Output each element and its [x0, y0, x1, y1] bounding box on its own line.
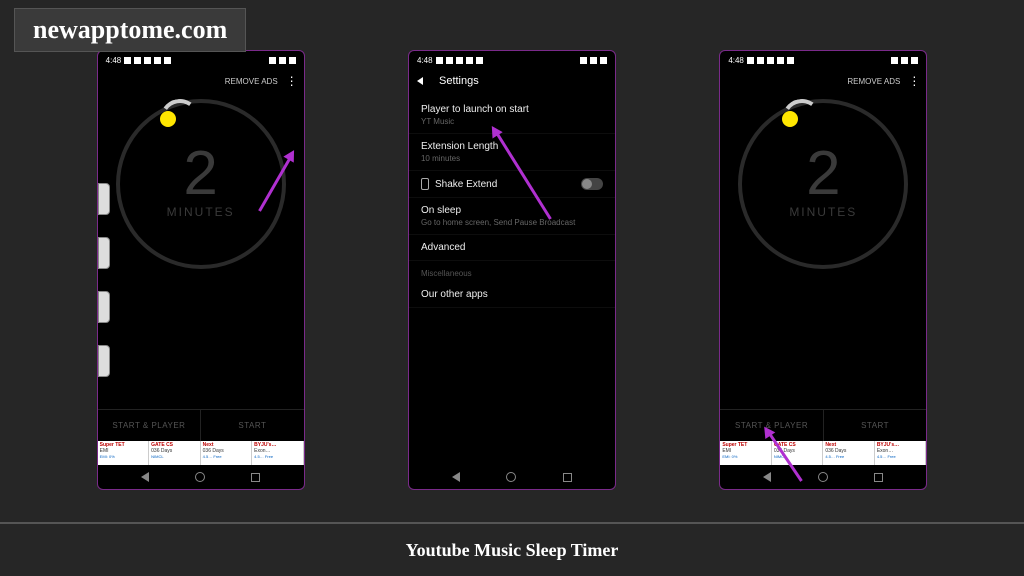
- setting-advanced[interactable]: Advanced: [409, 235, 615, 261]
- status-icon: [164, 57, 171, 64]
- side-tab[interactable]: [98, 291, 110, 323]
- nav-back-icon[interactable]: [763, 472, 771, 482]
- battery-icon: [289, 57, 296, 64]
- nav-recent-icon[interactable]: [874, 473, 883, 482]
- remove-ads-button[interactable]: REMOVE ADS: [225, 77, 278, 86]
- phone-1: 4:48 REMOVE ADS ⋮: [97, 50, 305, 490]
- menu-dots-icon[interactable]: ⋮: [908, 78, 918, 84]
- setting-player-launch[interactable]: Player to launch on start YT Music: [409, 97, 615, 134]
- nav-back-icon[interactable]: [452, 472, 460, 482]
- status-time: 4:48: [417, 56, 433, 65]
- nav-home-icon[interactable]: [195, 472, 205, 482]
- timer-dial[interactable]: 2 MINUTES: [116, 99, 286, 269]
- status-bar: 4:48: [720, 51, 926, 69]
- settings-title: Settings: [439, 75, 479, 87]
- status-icon: [134, 57, 141, 64]
- nav-recent-icon[interactable]: [563, 473, 572, 482]
- status-icon: [154, 57, 161, 64]
- side-tab[interactable]: [98, 345, 110, 377]
- status-bar: 4:48: [98, 51, 304, 69]
- dial-knob[interactable]: [160, 111, 176, 127]
- watermark-banner: newapptome.com: [14, 8, 246, 52]
- app-top-bar: REMOVE ADS ⋮: [720, 69, 926, 93]
- image-caption: Youtube Music Sleep Timer: [0, 522, 1024, 576]
- wifi-icon: [269, 57, 276, 64]
- android-nav-bar: [98, 465, 304, 489]
- status-time: 4:48: [728, 56, 744, 65]
- status-icon: [144, 57, 151, 64]
- timer-value: 2: [789, 143, 857, 205]
- setting-other-apps[interactable]: Our other apps: [409, 282, 615, 308]
- nav-recent-icon[interactable]: [251, 473, 260, 482]
- phone-3: 4:48 REMOVE ADS ⋮ 2 MINUTES START & PLAY…: [719, 50, 927, 490]
- ad-banner[interactable]: Super TETEMIEMI: 0% GATE CS036 DaysNIMCL…: [98, 441, 304, 465]
- timer-value: 2: [167, 143, 235, 205]
- side-tab[interactable]: [98, 237, 110, 269]
- back-icon[interactable]: [417, 77, 423, 85]
- nav-home-icon[interactable]: [506, 472, 516, 482]
- start-player-button[interactable]: START & PLAYER: [98, 410, 202, 441]
- ad-banner[interactable]: Super TETEMIEMI: 0% GATE CS036 DaysNIMCL…: [720, 441, 926, 465]
- phone-row: 4:48 REMOVE ADS ⋮: [0, 0, 1024, 498]
- side-tab[interactable]: [98, 183, 110, 215]
- timer-unit: MINUTES: [167, 205, 235, 219]
- timer-body: 2 MINUTES START & PLAYER START: [98, 93, 304, 441]
- start-button[interactable]: START: [201, 410, 304, 441]
- side-tabs: [98, 183, 110, 377]
- remove-ads-button[interactable]: REMOVE ADS: [847, 77, 900, 86]
- setting-extension-length[interactable]: Extension Length 10 minutes: [409, 134, 615, 171]
- timer-unit: MINUTES: [789, 205, 857, 219]
- section-header-misc: Miscellaneous: [409, 261, 615, 282]
- menu-dots-icon[interactable]: ⋮: [286, 78, 296, 84]
- phone-icon: [421, 178, 429, 190]
- android-nav-bar: [720, 465, 926, 489]
- app-top-bar: REMOVE ADS ⋮: [98, 69, 304, 93]
- android-nav-bar: [409, 465, 615, 489]
- status-icon: [124, 57, 131, 64]
- settings-list: Player to launch on start YT Music Exten…: [409, 93, 615, 465]
- setting-on-sleep[interactable]: On sleep Go to home screen, Send Pause B…: [409, 198, 615, 235]
- status-bar: 4:48: [409, 51, 615, 69]
- timer-dial[interactable]: 2 MINUTES: [738, 99, 908, 269]
- start-button[interactable]: START: [824, 410, 927, 441]
- phone-2: 4:48 Settings Player to launch on start …: [408, 50, 616, 490]
- status-time: 4:48: [106, 56, 122, 65]
- settings-top-bar: Settings: [409, 69, 615, 93]
- toggle-switch[interactable]: [581, 178, 603, 190]
- nav-home-icon[interactable]: [818, 472, 828, 482]
- signal-icon: [279, 57, 286, 64]
- timer-body: 2 MINUTES START & PLAYER START: [720, 93, 926, 441]
- setting-shake-extend[interactable]: Shake Extend: [409, 171, 615, 198]
- nav-back-icon[interactable]: [141, 472, 149, 482]
